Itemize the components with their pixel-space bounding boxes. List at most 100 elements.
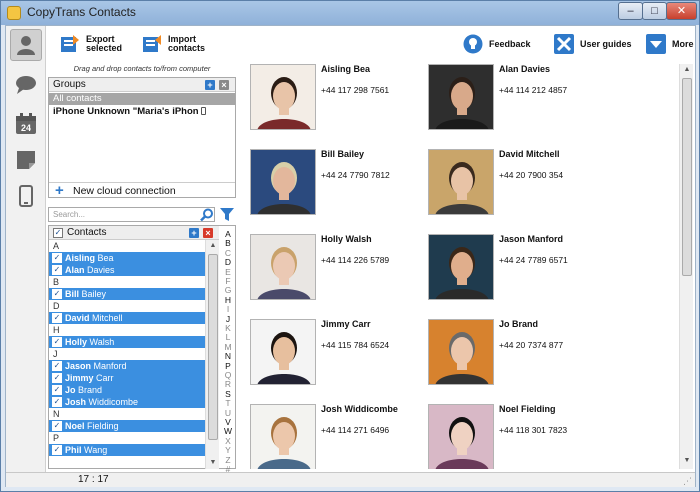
- contact-card[interactable]: Jo Brand +44 20 7374 877: [422, 319, 592, 389]
- contact-checkbox[interactable]: ✓: [52, 313, 62, 323]
- contact-photo: [428, 404, 494, 469]
- contact-name: Noel Fielding: [65, 420, 119, 432]
- close-button[interactable]: ✕: [666, 2, 697, 20]
- contact-photo: [250, 64, 316, 130]
- list-item[interactable]: ✓ Jimmy Carr: [49, 372, 205, 384]
- more-button[interactable]: More: [646, 29, 694, 59]
- new-cloud-connection-button[interactable]: + New cloud connection: [49, 182, 235, 198]
- contact-name: Phil Wang: [65, 444, 107, 456]
- delete-group-icon[interactable]: ×: [219, 80, 229, 90]
- list-item[interactable]: ✓ Josh Widdicombe: [49, 396, 205, 408]
- contact-card[interactable]: Aisling Bea +44 117 298 7561: [244, 64, 414, 134]
- card-phone: +44 117 298 7561: [321, 85, 390, 95]
- contact-cards-grid: Aisling Bea +44 117 298 7561 Alan Davies +4…: [244, 64, 676, 469]
- list-item[interactable]: ✓ Noel Fielding: [49, 420, 205, 432]
- contact-name: Jimmy Carr: [65, 372, 114, 384]
- contact-name: Alan Davies: [65, 264, 115, 276]
- letter-header: J: [49, 348, 205, 360]
- contact-first-name: Bill: [65, 289, 80, 299]
- contact-last-name: Davies: [87, 265, 115, 275]
- contact-card[interactable]: Jimmy Carr +44 115 784 6524: [244, 319, 414, 389]
- alphabet-index: A B C D E F G H I J K L M N P Q R S T U V W X Y Z #: [220, 226, 236, 474]
- minimize-button[interactable]: –: [618, 2, 643, 20]
- scrollbar-thumb[interactable]: [682, 78, 692, 276]
- list-item[interactable]: ✓ Aisling Bea: [49, 252, 205, 264]
- title-bar[interactable]: CopyTrans Contacts – □ ✕: [1, 1, 699, 25]
- feedback-button[interactable]: Feedback: [463, 29, 531, 59]
- list-item[interactable]: ✓ Bill Bailey: [49, 288, 205, 300]
- contact-photo: [250, 149, 316, 215]
- add-group-icon[interactable]: +: [205, 80, 215, 90]
- contact-checkbox[interactable]: ✓: [52, 385, 62, 395]
- contact-checkbox[interactable]: ✓: [52, 421, 62, 431]
- contact-name: David Mitchell: [65, 312, 123, 324]
- scroll-up-icon[interactable]: ▲: [206, 240, 220, 252]
- filter-icon[interactable]: [219, 207, 235, 222]
- scroll-down-icon[interactable]: ▼: [206, 457, 220, 469]
- scrollbar-thumb[interactable]: [208, 254, 218, 440]
- search-icon[interactable]: [200, 208, 214, 222]
- list-item[interactable]: ✓ David Mitchell: [49, 312, 205, 324]
- add-contact-icon[interactable]: +: [189, 228, 199, 238]
- list-item[interactable]: ✓ Jo Brand: [49, 384, 205, 396]
- messages-icon[interactable]: [10, 69, 42, 101]
- contact-card[interactable]: Jason Manford +44 24 7789 6571: [422, 234, 592, 304]
- scroll-down-icon[interactable]: ▼: [680, 455, 694, 467]
- list-item[interactable]: ✓ Alan Davies: [49, 264, 205, 276]
- contact-photo: [428, 149, 494, 215]
- contacts-icon[interactable]: [10, 29, 42, 61]
- letter-header: P: [49, 432, 205, 444]
- scroll-up-icon[interactable]: ▲: [680, 64, 694, 76]
- notes-icon[interactable]: [10, 144, 42, 176]
- contact-card[interactable]: Noel Fielding +44 118 301 7823: [422, 404, 592, 469]
- contact-checkbox[interactable]: ✓: [52, 337, 62, 347]
- contact-card[interactable]: Alan Davies +44 114 212 4857: [422, 64, 592, 134]
- card-name: Aisling Bea: [321, 64, 371, 74]
- import-contacts-button[interactable]: Import contacts: [142, 29, 205, 59]
- group-iphone[interactable]: iPhone Unknown "Maria's iPhon: [49, 106, 235, 118]
- card-name: Jo Brand: [499, 319, 539, 329]
- contact-checkbox[interactable]: ✓: [52, 373, 62, 383]
- maximize-button[interactable]: □: [642, 2, 667, 20]
- contact-checkbox[interactable]: ✓: [52, 253, 62, 263]
- list-item[interactable]: ✓ Phil Wang: [49, 444, 205, 456]
- contact-checkbox[interactable]: ✓: [52, 397, 62, 407]
- cards-scrollbar[interactable]: ▲ ▼: [679, 64, 693, 469]
- group-all-contacts[interactable]: All contacts: [49, 93, 235, 105]
- contact-first-name: Josh: [65, 397, 87, 407]
- contact-card[interactable]: Josh Widdicombe +44 114 271 6496: [244, 404, 414, 469]
- card-name: David Mitchell: [499, 149, 560, 159]
- contact-first-name: Phil: [65, 445, 82, 455]
- chevron-down-icon: [646, 34, 666, 54]
- contact-checkbox[interactable]: ✓: [52, 265, 62, 275]
- export-selected-button[interactable]: Export selected: [60, 29, 122, 59]
- groups-panel: Groups + × All contacts iPhone Unknown "…: [48, 77, 236, 198]
- letter-header: D: [49, 300, 205, 312]
- contact-last-name: Carr: [96, 373, 114, 383]
- contact-card[interactable]: Bill Bailey +44 24 7790 7812: [244, 149, 414, 219]
- contact-last-name: Manford: [93, 361, 127, 371]
- device-icon[interactable]: [10, 180, 42, 212]
- card-name: Alan Davies: [499, 64, 551, 74]
- card-phone: +44 114 226 5789: [321, 255, 390, 265]
- card-name: Bill Bailey: [321, 149, 365, 159]
- contact-checkbox[interactable]: ✓: [52, 445, 62, 455]
- groups-header: Groups + ×: [49, 78, 235, 92]
- select-all-checkbox[interactable]: ✓: [53, 228, 63, 238]
- contact-checkbox[interactable]: ✓: [52, 289, 62, 299]
- import-icon: [143, 35, 161, 52]
- delete-contact-icon[interactable]: ×: [203, 228, 213, 238]
- phone-icon: [201, 107, 207, 116]
- list-item[interactable]: ✓ Jason Manford: [49, 360, 205, 372]
- calendar-icon[interactable]: 24: [10, 108, 42, 140]
- contact-card[interactable]: David Mitchell +44 20 7900 354: [422, 149, 592, 219]
- search-input[interactable]: [49, 208, 194, 221]
- user-guides-button[interactable]: User guides: [554, 29, 632, 59]
- card-name: Jimmy Carr: [321, 319, 371, 329]
- resize-grip-icon[interactable]: ⋰: [683, 476, 693, 486]
- contact-last-name: Widdicombe: [88, 397, 139, 407]
- contact-checkbox[interactable]: ✓: [52, 361, 62, 371]
- list-item[interactable]: ✓ Holly Walsh: [49, 336, 205, 348]
- contact-card[interactable]: Holly Walsh +44 114 226 5789: [244, 234, 414, 304]
- contact-list-scrollbar[interactable]: ▲ ▼: [205, 240, 219, 469]
